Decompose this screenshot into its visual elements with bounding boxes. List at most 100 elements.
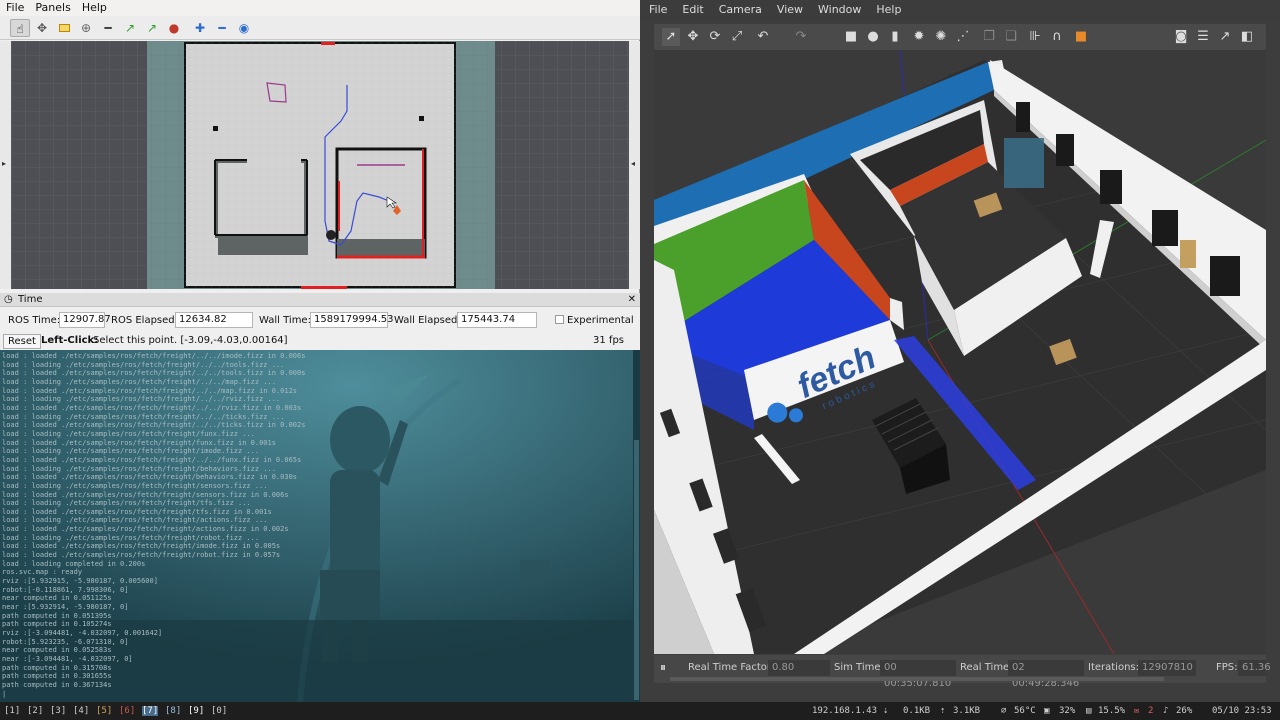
point-light-icon[interactable]: ✺ — [932, 28, 950, 46]
menu-file[interactable]: File — [0, 0, 29, 14]
time-title-label: Time — [18, 294, 43, 305]
snap-icon[interactable]: ∩ — [1048, 28, 1066, 46]
terminal-line: load : loading ./etc/samples/ros/fetch/f… — [2, 395, 281, 404]
ros-time-field[interactable]: 12907.87 — [59, 312, 111, 328]
right-dock-collapse[interactable]: ◂ — [629, 41, 640, 289]
wall-elapsed-field[interactable]: 175443.74 — [457, 312, 537, 328]
copy-icon[interactable]: ❐ — [980, 28, 998, 46]
real-time-label: Real Time: — [960, 662, 1013, 673]
terminal-line: load : loading ./etc/samples/ros/fetch/f… — [2, 481, 268, 490]
undo-icon[interactable]: ↶ — [754, 28, 772, 46]
workspace-7[interactable]: [7] — [142, 706, 159, 716]
workspace-9[interactable]: [9] — [188, 706, 204, 716]
memory-icon: ▤ — [1086, 706, 1092, 716]
gz-menu-edit[interactable]: Edit — [673, 0, 709, 16]
sun-light-icon[interactable]: ✹ — [910, 28, 928, 46]
sim-time-label: Sim Time: — [834, 662, 884, 673]
move-camera-icon[interactable]: ✥ — [32, 19, 52, 37]
translate-icon[interactable]: ✥ — [684, 28, 702, 46]
taskbar: [1] [2] [3] [4] [5] [6] [7] [8] [9] [0] … — [0, 702, 1280, 720]
terminal-line: load : loaded ./etc/samples/ros/fetch/fr… — [2, 507, 272, 516]
gz-menu-help[interactable]: Help — [867, 0, 907, 16]
arrow-select-icon[interactable]: ➚ — [662, 28, 680, 46]
select-icon[interactable] — [54, 19, 74, 37]
reset-button[interactable]: Reset — [3, 334, 41, 349]
terminal-line: robot:[5.923235, -6.071310, 0] — [2, 637, 129, 646]
time-panel-title: ◷ Time ✕ — [0, 293, 640, 307]
interact-icon[interactable]: ☝ — [10, 19, 30, 37]
gz-menu-view[interactable]: View — [768, 0, 809, 16]
workspace-0[interactable]: [0] — [211, 706, 227, 716]
workspace-6[interactable]: [6] — [119, 706, 135, 716]
occupancy-map — [11, 41, 629, 289]
video-icon[interactable]: ◧ — [1238, 28, 1256, 46]
terminal-line: load : loaded ./etc/samples/ros/fetch/fr… — [2, 369, 306, 378]
terminal-line: load : loading ./etc/samples/ros/fetch/f… — [2, 464, 276, 473]
workspace-5[interactable]: [5] — [96, 706, 112, 716]
select-color-icon[interactable]: ■ — [1072, 28, 1090, 46]
wall-time-field[interactable]: 1589179994.53 — [310, 312, 394, 328]
scale-icon[interactable]: ⤢ — [728, 28, 746, 46]
sphere-icon[interactable]: ● — [864, 28, 882, 46]
align-icon[interactable]: ⊪ — [1026, 28, 1044, 46]
redo-icon[interactable]: ↷ — [792, 28, 810, 46]
eye-icon[interactable]: ◉ — [234, 19, 254, 37]
publish-point-icon[interactable]: ● — [164, 19, 184, 37]
ros-elapsed-field[interactable]: 12634.82 — [175, 312, 253, 328]
workspace-8[interactable]: [8] — [165, 706, 181, 716]
minus-icon[interactable]: ━ — [212, 19, 232, 37]
volume-icon[interactable]: ♪ — [1163, 706, 1168, 716]
mail-count: 2 — [1148, 706, 1154, 716]
fps-value: 61.36 — [1238, 660, 1271, 676]
rviz-window: FilePanelsHelp ☝ ✥ ⊕ ━ ↗ ↗ ● ✚ ━ ◉ ▸ ◂ — [0, 0, 640, 350]
terminal-line: load : loading ./etc/samples/ros/fetch/f… — [2, 447, 260, 456]
paste-icon[interactable]: ❏ — [1002, 28, 1020, 46]
gz-menu-file[interactable]: File — [640, 0, 673, 16]
fps-label: FPS: — [1216, 662, 1238, 673]
experimental-checkbox[interactable] — [555, 315, 564, 324]
screenshot-icon[interactable]: ◙ — [1172, 28, 1190, 46]
terminal-line: load : loading ./etc/samples/ros/fetch/f… — [2, 412, 285, 421]
terminal-line: | — [2, 689, 7, 698]
workspace-3[interactable]: [3] — [50, 706, 66, 716]
workspace-2[interactable]: [2] — [27, 706, 43, 716]
terminal-line: robot:[-0.118861, 7.998306, 0] — [2, 585, 129, 594]
log-icon[interactable]: ☰ — [1194, 28, 1212, 46]
ros-time-label: ROS Time: — [8, 315, 61, 326]
gazebo-3d-scene[interactable]: fetch robotics — [654, 50, 1266, 654]
measure-icon[interactable]: ━ — [98, 19, 118, 37]
cylinder-icon[interactable]: ▮ — [886, 28, 904, 46]
focus-camera-icon[interactable]: ⊕ — [76, 19, 96, 37]
ros-elapsed-label: ROS Elapsed: — [111, 315, 178, 326]
2d-pose-estimate-icon[interactable]: ↗ — [120, 19, 140, 37]
terminal-line: load : loading ./etc/samples/ros/fetch/f… — [2, 360, 285, 369]
rviz-3d-view[interactable] — [11, 41, 629, 289]
workspace-4[interactable]: [4] — [73, 706, 89, 716]
box-icon[interactable]: ■ — [842, 28, 860, 46]
gazebo-hscroll[interactable] — [670, 677, 1164, 681]
gazebo-toolbar: ➚ ✥ ⟳ ⤢ ↶ ↷ ■ ● ▮ ✹ ✺ ⋰ ❐ ❏ ⊪ ∩ ■ ◙ ☰ ↗ … — [654, 24, 1266, 50]
gz-menu-camera[interactable]: Camera — [710, 0, 768, 16]
2d-nav-goal-icon[interactable]: ↗ — [142, 19, 162, 37]
menu-panels[interactable]: Panels — [29, 0, 75, 14]
spot-light-icon[interactable]: ⋰ — [954, 28, 972, 46]
terminal-line: load : loaded ./etc/samples/ros/fetch/fr… — [2, 421, 306, 430]
ip-address: 192.168.1.43 — [812, 706, 878, 716]
terminal-line: load : loaded ./etc/samples/ros/fetch/fr… — [2, 403, 302, 412]
terminal-scrollbar[interactable] — [633, 350, 640, 702]
gz-menu-window[interactable]: Window — [809, 0, 867, 16]
rotate-icon[interactable]: ⟳ — [706, 28, 724, 46]
memory-usage: 15.5% — [1098, 706, 1126, 716]
temperature-icon: ⌀ — [1001, 706, 1007, 716]
world-render: fetch robotics — [654, 50, 1266, 654]
close-panel-icon[interactable]: ✕ — [628, 293, 636, 307]
terminal-line: near :[-3.094481, -4.032097, 0] — [2, 654, 133, 663]
terminal-line: rviz :[5.932915, -5.980187, 0.005600] — [2, 577, 158, 586]
plot-icon[interactable]: ↗ — [1216, 28, 1234, 46]
menu-help[interactable]: Help — [76, 0, 112, 14]
plus-icon[interactable]: ✚ — [190, 19, 210, 37]
left-dock-collapse[interactable]: ▸ — [0, 41, 11, 289]
pause-icon[interactable]: ⏸ — [660, 660, 666, 675]
workspace-1[interactable]: [1] — [4, 706, 20, 716]
terminal-window[interactable]: load : loaded ./etc/samples/ros/fetch/fr… — [0, 350, 640, 702]
